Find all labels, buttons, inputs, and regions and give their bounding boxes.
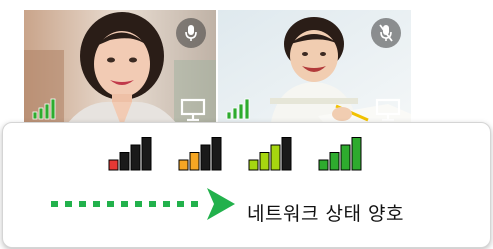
arrow-dash bbox=[121, 201, 128, 207]
arrow-dash bbox=[51, 201, 58, 207]
network-signal-icon bbox=[226, 98, 250, 120]
signal-bar bbox=[178, 159, 189, 171]
signal-bar bbox=[141, 137, 152, 171]
arrow-dash bbox=[135, 201, 142, 207]
signal-bar bbox=[259, 152, 270, 171]
arrow-dash bbox=[93, 201, 100, 207]
signal-bar bbox=[270, 144, 281, 171]
arrow-dash bbox=[149, 201, 156, 207]
signal-level-1-icon bbox=[108, 137, 152, 171]
signal-bar bbox=[108, 159, 119, 171]
dotted-arrow-icon bbox=[51, 188, 235, 220]
signal-level-legend bbox=[107, 137, 367, 171]
signal-bar bbox=[211, 137, 222, 171]
signal-level-3-icon bbox=[248, 137, 292, 171]
microphone-icon[interactable] bbox=[176, 18, 206, 48]
arrow-dash bbox=[107, 201, 114, 207]
arrow-dash bbox=[65, 201, 72, 207]
video-tile-participant-2[interactable] bbox=[218, 10, 411, 128]
network-signal-icon bbox=[32, 98, 56, 120]
arrow-dash bbox=[191, 201, 198, 207]
network-status-caption: 네트워크 상태 양호 bbox=[247, 203, 404, 225]
arrow-head bbox=[207, 188, 235, 220]
signal-bar bbox=[119, 152, 130, 171]
arrow-dash bbox=[79, 201, 86, 207]
signal-bar bbox=[340, 144, 351, 171]
signal-bar bbox=[200, 144, 211, 171]
signal-bar bbox=[189, 152, 200, 171]
signal-bar bbox=[130, 144, 141, 171]
microphone-muted-icon[interactable] bbox=[371, 18, 401, 48]
screen-share-icon[interactable] bbox=[375, 98, 401, 122]
arrow-dash bbox=[163, 201, 170, 207]
signal-bar bbox=[248, 159, 259, 171]
network-status-legend: 네트워크 상태 양호 bbox=[2, 122, 491, 248]
screen-share-icon[interactable] bbox=[180, 98, 206, 122]
signal-bar bbox=[329, 152, 340, 171]
signal-bar bbox=[351, 137, 362, 171]
arrow-dash bbox=[177, 201, 184, 207]
signal-level-2-icon bbox=[178, 137, 222, 171]
signal-level-4-icon bbox=[318, 137, 362, 171]
video-tile-participant-1[interactable] bbox=[24, 10, 216, 128]
signal-bar bbox=[318, 159, 329, 171]
signal-bar bbox=[281, 137, 292, 171]
